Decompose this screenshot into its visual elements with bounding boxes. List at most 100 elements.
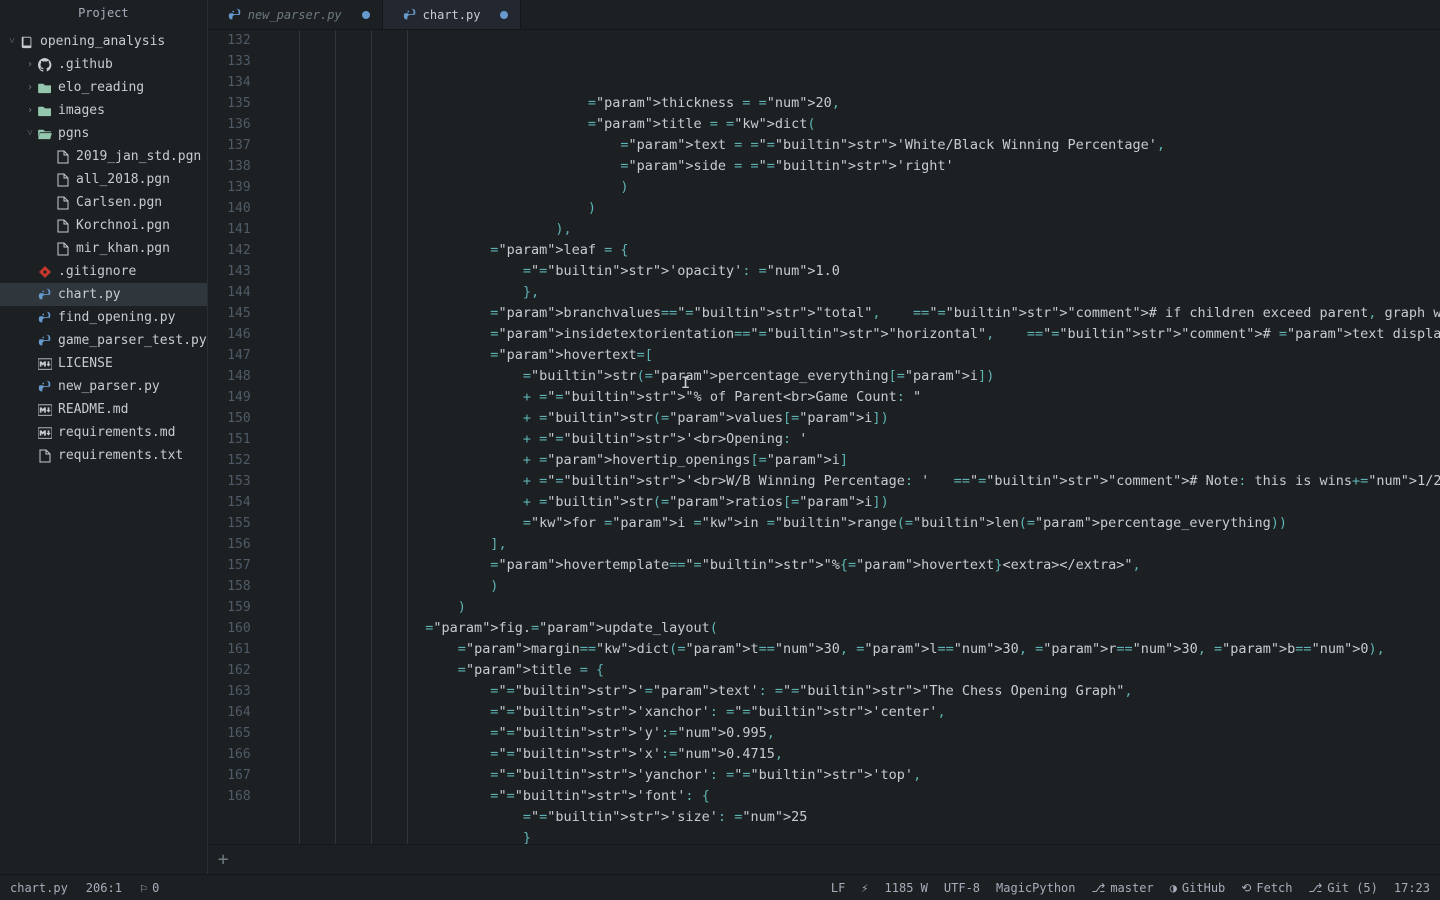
- status-grammar[interactable]: MagicPython: [996, 881, 1075, 895]
- tree-root-label: opening_analysis: [40, 34, 165, 49]
- file-icon: [54, 242, 72, 256]
- tree-item-korchnoi-pgn[interactable]: Korchnoi.pgn: [0, 214, 207, 237]
- py-icon: [36, 380, 54, 394]
- status-git[interactable]: ⎇ Git (5): [1308, 881, 1377, 895]
- tree-item-label: .gitignore: [58, 264, 136, 279]
- file-icon: [54, 219, 72, 233]
- file-tree: ˅ opening_analysis ›.github›elo_reading›…: [0, 26, 207, 874]
- book-icon: [18, 35, 36, 49]
- chevron-icon: ›: [24, 82, 36, 93]
- md-icon: [36, 358, 54, 370]
- py-icon: [36, 334, 54, 348]
- tab-bar: new_parser.py chart.py: [208, 0, 1440, 30]
- sync-icon: ⟲: [1241, 881, 1251, 895]
- status-encoding[interactable]: UTF-8: [944, 881, 980, 895]
- tree-root[interactable]: ˅ opening_analysis: [0, 30, 207, 53]
- status-bar: chart.py 206:1 ⚐ 0 LF ⚡ 1185 W UTF-8 Mag…: [0, 874, 1440, 900]
- tree-item-pgns[interactable]: ˅ pgns: [0, 122, 207, 145]
- tree-item-label: chart.py: [58, 287, 121, 302]
- tree-item--gitignore[interactable]: .gitignore: [0, 260, 207, 283]
- diag-icon: ⚐: [140, 881, 147, 895]
- chevron-icon: ›: [24, 59, 36, 70]
- md-icon: [36, 404, 54, 416]
- git-icon: ⎇: [1308, 881, 1322, 895]
- tree-item-label: game_parser_test.py: [58, 333, 207, 348]
- status-filename[interactable]: chart.py: [10, 881, 68, 895]
- status-fetch[interactable]: ⟲ Fetch: [1241, 881, 1292, 895]
- tree-item-images[interactable]: › images: [0, 99, 207, 122]
- chevron-icon: ˅: [24, 128, 36, 139]
- tab-new-parser-py[interactable]: new_parser.py: [208, 0, 383, 29]
- project-sidebar: Project ˅ opening_analysis › .github › elo_…: [0, 0, 208, 874]
- status-github[interactable]: ◑ GitHub: [1170, 881, 1226, 895]
- github-icon: ◑: [1170, 881, 1177, 895]
- tree-item-label: elo_reading: [58, 80, 144, 95]
- tree-item-game-parser-test-py[interactable]: game_parser_test.py: [0, 329, 207, 352]
- tree-item-label: Carlsen.pgn: [76, 195, 162, 210]
- tree-item-label: Korchnoi.pgn: [76, 218, 170, 233]
- tree-item-label: images: [58, 103, 105, 118]
- tree-item-label: new_parser.py: [58, 379, 160, 394]
- folder-open-icon: [36, 128, 54, 140]
- tree-item-label: all_2018.pgn: [76, 172, 170, 187]
- tree-item-carlsen-pgn[interactable]: Carlsen.pgn: [0, 191, 207, 214]
- status-line-ending[interactable]: LF: [831, 881, 845, 895]
- tree-item-label: 2019_jan_std.pgn: [76, 149, 201, 164]
- git-icon: [36, 58, 54, 72]
- tree-item-license[interactable]: LICENSE: [0, 352, 207, 375]
- tab-label: new_parser.py: [248, 8, 342, 22]
- tree-item-label: mir_khan.pgn: [76, 241, 170, 256]
- tree-item-all-2018-pgn[interactable]: all_2018.pgn: [0, 168, 207, 191]
- tree-item-label: .github: [58, 57, 113, 72]
- sidebar-title: Project: [0, 0, 207, 26]
- tree-item-readme-md[interactable]: README.md: [0, 398, 207, 421]
- status-zap-icon[interactable]: ⚡: [861, 881, 868, 895]
- modified-dot-icon: [500, 11, 508, 19]
- tree-item-chart-py[interactable]: chart.py: [0, 283, 207, 306]
- status-cursor-pos[interactable]: 206:1: [86, 881, 122, 895]
- python-icon: [403, 8, 417, 22]
- tab-label: chart.py: [423, 8, 481, 22]
- py-icon: [36, 311, 54, 325]
- md-icon: [36, 427, 54, 439]
- tree-item-label: requirements.txt: [58, 448, 183, 463]
- python-icon: [228, 8, 242, 22]
- modified-dot-icon: [362, 11, 370, 19]
- status-clock[interactable]: 17:23: [1394, 881, 1430, 895]
- branch-icon: ⎇: [1092, 881, 1106, 895]
- status-col-info[interactable]: 1185 W: [885, 881, 928, 895]
- tree-item-new-parser-py[interactable]: new_parser.py: [0, 375, 207, 398]
- folder-icon: [36, 82, 54, 94]
- file-icon: [54, 196, 72, 210]
- py-icon: [36, 288, 54, 302]
- gitignore-icon: [36, 266, 54, 278]
- status-branch[interactable]: ⎇ master: [1092, 881, 1154, 895]
- file-icon: [36, 449, 54, 463]
- tree-item-find-opening-py[interactable]: find_opening.py: [0, 306, 207, 329]
- tree-item-requirements-txt[interactable]: requirements.txt: [0, 444, 207, 467]
- chevron-down-icon: ˅: [6, 36, 18, 47]
- tree-item-elo-reading[interactable]: › elo_reading: [0, 76, 207, 99]
- code-text[interactable]: I ="param">thickness = ="num">20, ="para…: [263, 30, 1440, 844]
- tree-item-requirements-md[interactable]: requirements.md: [0, 421, 207, 444]
- file-icon: [54, 150, 72, 164]
- line-gutter: 1321331341351361371381391401411421431441…: [208, 30, 263, 844]
- tab-chart-py[interactable]: chart.py: [383, 0, 522, 29]
- tree-item-label: find_opening.py: [58, 310, 175, 325]
- code-area[interactable]: 1321331341351361371381391401411421431441…: [208, 30, 1440, 844]
- editor-pane: new_parser.py chart.py 132133134135136137…: [208, 0, 1440, 874]
- text-cursor-icon: I: [681, 372, 691, 393]
- tab-footer: + ✕: [208, 844, 1440, 874]
- chevron-icon: ›: [24, 105, 36, 116]
- file-icon: [54, 173, 72, 187]
- tree-item-2019-jan-std-pgn[interactable]: 2019_jan_std.pgn: [0, 145, 207, 168]
- folder-icon: [36, 105, 54, 117]
- tree-item-mir-khan-pgn[interactable]: mir_khan.pgn: [0, 237, 207, 260]
- tree-item-label: pgns: [58, 126, 89, 141]
- tree-item-label: README.md: [58, 402, 128, 417]
- tree-item-label: LICENSE: [58, 356, 113, 371]
- tree-item--github[interactable]: › .github: [0, 53, 207, 76]
- new-tab-button[interactable]: +: [218, 849, 229, 870]
- status-diagnostics[interactable]: ⚐ 0: [140, 881, 159, 895]
- tree-item-label: requirements.md: [58, 425, 175, 440]
